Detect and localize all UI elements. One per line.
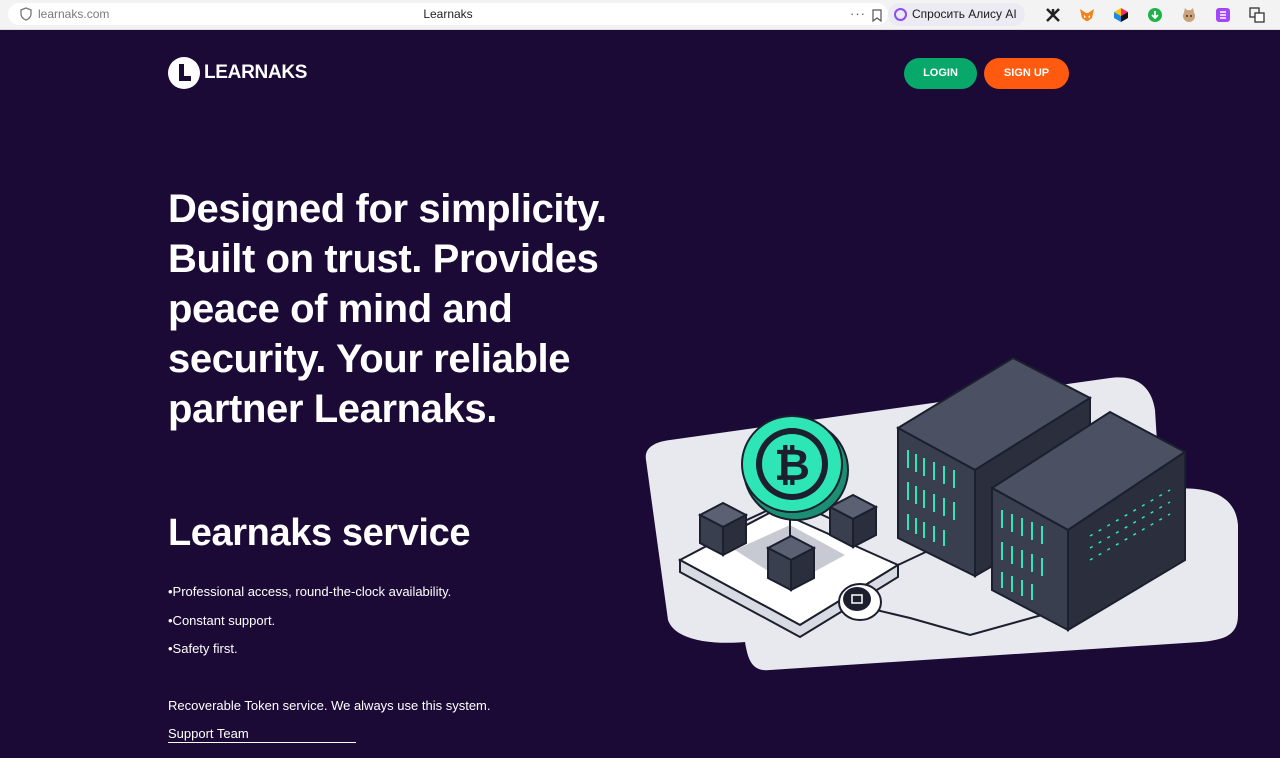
feature-item: •Constant support. bbox=[168, 612, 276, 628]
more-options-icon[interactable]: ··· bbox=[850, 6, 866, 21]
colorful-extension-icon[interactable] bbox=[1112, 6, 1130, 24]
service-title: Learnaks service bbox=[168, 512, 471, 554]
block-cube bbox=[697, 501, 749, 557]
support-team-link[interactable]: Support Team bbox=[168, 726, 356, 743]
hero-headline: Designed for simplicity. Built on trust.… bbox=[168, 187, 607, 431]
token-icon bbox=[838, 583, 882, 621]
feature-item: •Professional access, round-the-clock av… bbox=[168, 584, 452, 599]
alice-label: Спросить Алису AI bbox=[912, 7, 1017, 21]
signup-button[interactable]: SIGN UP bbox=[984, 58, 1069, 89]
address-bar[interactable]: learnaks.com Learnaks ··· bbox=[8, 3, 888, 25]
brand-logo[interactable]: LEARNAKS bbox=[168, 57, 307, 89]
alice-assistant-button[interactable]: Спросить Алису AI bbox=[888, 3, 1025, 26]
logo-text: LEARNAKS bbox=[204, 62, 308, 83]
block-cube bbox=[827, 493, 879, 549]
extension-x-icon[interactable] bbox=[1044, 6, 1062, 24]
block-cube bbox=[765, 534, 817, 592]
metamask-icon[interactable] bbox=[1078, 6, 1096, 24]
bookmark-icon[interactable] bbox=[872, 9, 882, 22]
logo-icon bbox=[168, 57, 200, 89]
crypto-server-illustration: ₿ bbox=[645, 356, 1238, 671]
cat-extension-icon[interactable] bbox=[1180, 6, 1198, 24]
login-button[interactable]: LOGIN bbox=[904, 58, 977, 89]
download-extension-icon[interactable] bbox=[1146, 6, 1164, 24]
feature-item: •Safety first. bbox=[168, 641, 238, 656]
browser-toolbar: learnaks.com Learnaks ··· Спросить Алису… bbox=[0, 0, 1280, 30]
purple-extension-icon[interactable] bbox=[1214, 6, 1232, 24]
token-service-note: Recoverable Token service. We always use… bbox=[168, 698, 491, 713]
translate-extension-icon[interactable] bbox=[1248, 6, 1266, 24]
alice-icon bbox=[894, 8, 907, 21]
tab-title: Learnaks bbox=[423, 7, 473, 21]
svg-text:₿: ₿ bbox=[774, 440, 810, 491]
features-list: •Professional access, round-the-clock av… bbox=[168, 584, 451, 670]
